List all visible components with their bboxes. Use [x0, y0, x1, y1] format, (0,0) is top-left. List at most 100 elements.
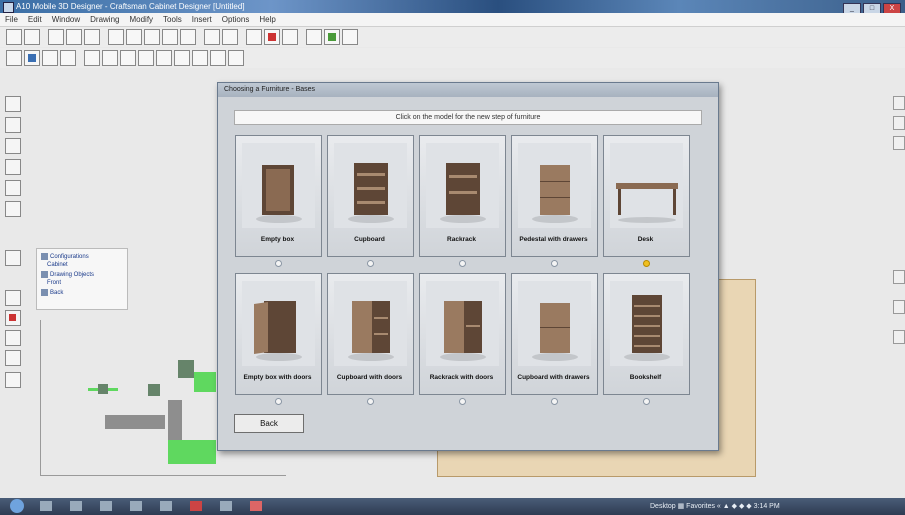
scale-icon[interactable] — [60, 50, 76, 66]
radio-cupboard-with-doors[interactable] — [367, 398, 374, 405]
card-desk[interactable]: Desk — [603, 135, 690, 257]
tree-item[interactable]: Back — [41, 289, 63, 296]
card-bookshelf[interactable]: Bookshelf — [603, 273, 690, 395]
taskbar-app-icon[interactable] — [40, 501, 52, 511]
card-cupboard-with-doors[interactable]: Cupboard with doors — [327, 273, 414, 395]
tree-item[interactable]: Configurations — [41, 253, 89, 260]
card-rackrack-with-doors[interactable]: Rackrack with doors — [419, 273, 506, 395]
open-icon[interactable] — [24, 29, 40, 45]
layers-icon[interactable] — [306, 29, 322, 45]
undo-icon[interactable] — [162, 29, 178, 45]
ungroup-icon[interactable] — [138, 50, 154, 66]
right-tool-6-icon[interactable] — [893, 330, 905, 344]
back-button[interactable]: Back — [234, 414, 304, 433]
radio-cupboard-with-drawers[interactable] — [551, 398, 558, 405]
right-tool-4-icon[interactable] — [893, 270, 905, 284]
radio-empty-box-with-doors[interactable] — [275, 398, 282, 405]
taskbar-app-icon[interactable] — [220, 501, 232, 511]
grid-icon[interactable] — [282, 29, 298, 45]
gray-bar — [168, 400, 182, 440]
move-icon[interactable] — [24, 50, 40, 66]
drawer-tool-icon[interactable] — [5, 350, 21, 366]
menu-window[interactable]: Window — [47, 13, 85, 26]
measure-icon[interactable] — [156, 50, 172, 66]
radio-empty-box[interactable] — [275, 260, 282, 267]
zoom-in-icon[interactable] — [204, 29, 220, 45]
view-icon[interactable] — [246, 29, 262, 45]
radio-rackrack[interactable] — [459, 260, 466, 267]
card-pedestal-with-drawers[interactable]: Pedestal with drawers — [511, 135, 598, 257]
zoom-out-icon[interactable] — [222, 29, 238, 45]
right-tool-5-icon[interactable] — [893, 300, 905, 314]
render-icon[interactable] — [264, 29, 280, 45]
dialog-instruction: Click on the model for the new step of f… — [234, 110, 702, 125]
camera-icon[interactable] — [228, 50, 244, 66]
menu-modify[interactable]: Modify — [124, 13, 158, 26]
menu-file[interactable]: File — [0, 13, 23, 26]
taskbar-app-icon[interactable] — [160, 501, 172, 511]
delete-tool-icon[interactable] — [5, 310, 21, 326]
text-icon[interactable] — [192, 50, 208, 66]
circle-tool-icon[interactable] — [5, 159, 21, 175]
arc-tool-icon[interactable] — [5, 180, 21, 196]
light-icon[interactable] — [210, 50, 226, 66]
radio-cupboard[interactable] — [367, 260, 374, 267]
menu-drawing[interactable]: Drawing — [85, 13, 124, 26]
taskbar-app-icon[interactable] — [250, 501, 262, 511]
group-icon[interactable] — [120, 50, 136, 66]
line-tool-icon[interactable] — [5, 117, 21, 133]
menu-tools[interactable]: Tools — [158, 13, 187, 26]
cabinet-image — [610, 281, 683, 366]
tree-item[interactable]: Front — [47, 280, 61, 286]
dimension-icon[interactable] — [174, 50, 190, 66]
folder-icon — [41, 253, 48, 260]
radio-pedestal-with-drawers[interactable] — [551, 260, 558, 267]
polygon-tool-icon[interactable] — [5, 201, 21, 217]
card-empty-box-with-doors[interactable]: Empty box with doors — [235, 273, 322, 395]
right-tool-3-icon[interactable] — [893, 136, 905, 150]
handle-tool-icon[interactable] — [5, 372, 21, 388]
taskbar-app-icon[interactable] — [130, 501, 142, 511]
card-cupboard-with-drawers[interactable]: Cupboard with drawers — [511, 273, 598, 395]
material-icon[interactable] — [324, 29, 340, 45]
right-tool-1-icon[interactable] — [893, 96, 905, 110]
taskbar-app-icon[interactable] — [70, 501, 82, 511]
rectangle-tool-icon[interactable] — [5, 138, 21, 154]
start-button[interactable] — [10, 499, 24, 513]
tree-item[interactable]: Drawing Objects — [41, 271, 94, 278]
print-icon[interactable] — [66, 29, 82, 45]
menu-edit[interactable]: Edit — [23, 13, 47, 26]
cabinet-image — [242, 281, 315, 366]
menu-help[interactable]: Help — [254, 13, 280, 26]
select-icon[interactable] — [6, 50, 22, 66]
copy-icon[interactable] — [126, 29, 142, 45]
mirror-icon[interactable] — [84, 50, 100, 66]
save-icon[interactable] — [48, 29, 64, 45]
card-rackrack[interactable]: Rackrack — [419, 135, 506, 257]
radio-desk[interactable] — [643, 260, 650, 267]
pointer-tool-icon[interactable] — [5, 96, 21, 112]
settings-icon[interactable] — [342, 29, 358, 45]
align-icon[interactable] — [102, 50, 118, 66]
shelf-tool-icon[interactable] — [5, 290, 21, 306]
door-tool-icon[interactable] — [5, 330, 21, 346]
cabinet-image — [426, 143, 499, 228]
new-icon[interactable] — [6, 29, 22, 45]
taskbar-app-icon[interactable] — [190, 501, 202, 511]
cut-icon[interactable] — [108, 29, 124, 45]
menu-options[interactable]: Options — [217, 13, 255, 26]
card-empty-box[interactable]: Empty box — [235, 135, 322, 257]
green-block — [194, 372, 216, 392]
radio-bookshelf[interactable] — [643, 398, 650, 405]
taskbar-app-icon[interactable] — [100, 501, 112, 511]
rotate-icon[interactable] — [42, 50, 58, 66]
radio-rackrack-with-doors[interactable] — [459, 398, 466, 405]
redo-icon[interactable] — [180, 29, 196, 45]
panel-tool-icon[interactable] — [5, 250, 21, 266]
paste-icon[interactable] — [144, 29, 160, 45]
right-tool-2-icon[interactable] — [893, 116, 905, 130]
card-cupboard[interactable]: Cupboard — [327, 135, 414, 257]
preview-icon[interactable] — [84, 29, 100, 45]
tree-item[interactable]: Cabinet — [47, 262, 68, 268]
menu-insert[interactable]: Insert — [187, 13, 217, 26]
